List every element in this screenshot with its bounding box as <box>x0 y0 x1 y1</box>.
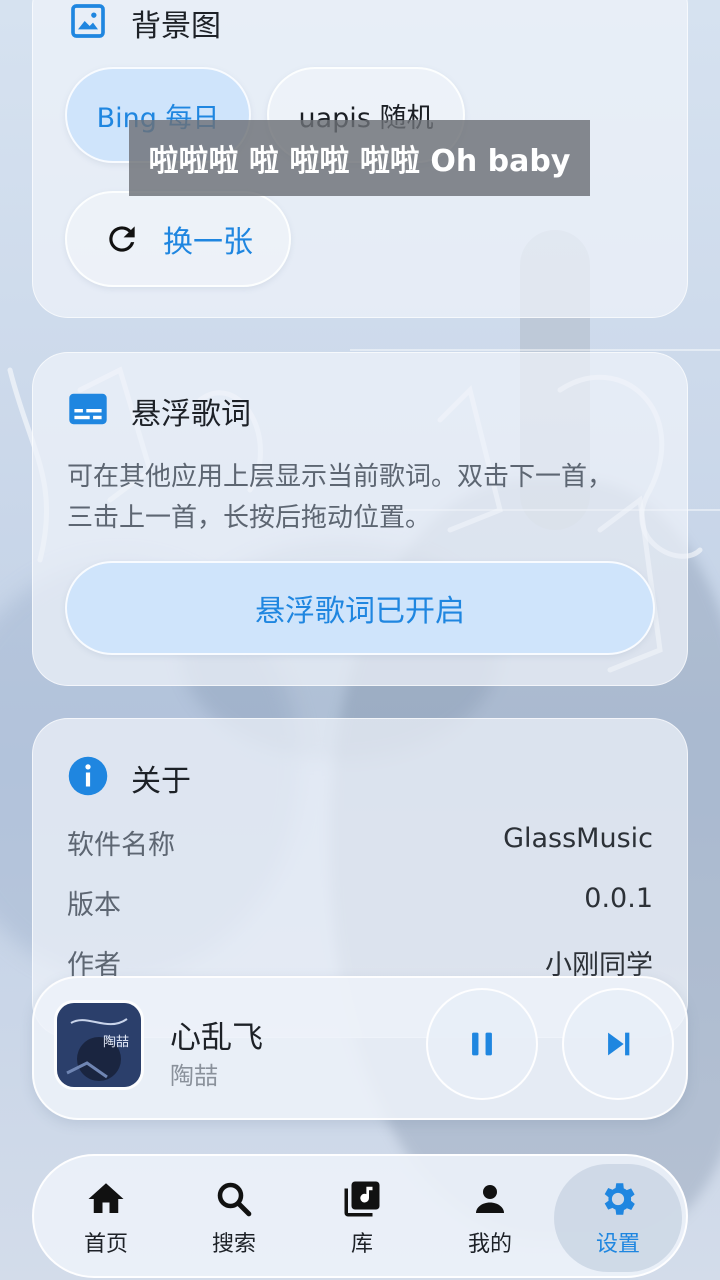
song-title: 心乱飞 <box>170 1020 263 1056</box>
album-cover-text: 陶喆 <box>103 1035 130 1050</box>
info-row-version: 版本 0.0.1 <box>67 883 653 921</box>
floating-lyrics-card: 悬浮歌词 可在其他应用上层显示当前歌词。双击下一首，三击上一首，长按后拖动位置。… <box>32 352 688 686</box>
floating-lyric-overlay[interactable]: 啦啦啦 啦 啦啦 啦啦 Oh baby <box>129 120 590 196</box>
nav-item-settings[interactable]: 设置 <box>554 1164 682 1272</box>
search-icon <box>213 1178 255 1220</box>
image-icon <box>67 1 109 45</box>
song-artist: 陶喆 <box>170 1062 218 1090</box>
refresh-background-button[interactable]: 换一张 <box>65 191 291 287</box>
bottom-navigation: 首页 搜索 库 我的 设置 <box>32 1154 688 1278</box>
library-music-icon <box>341 1178 383 1220</box>
pause-button[interactable] <box>426 988 538 1100</box>
mini-player[interactable]: 陶喆 心乱飞 陶喆 <box>32 976 688 1120</box>
pause-icon <box>465 1027 499 1061</box>
subtitles-icon <box>67 392 109 430</box>
nav-item-home[interactable]: 首页 <box>42 1164 170 1272</box>
info-row-software-name: 软件名称 GlassMusic <box>67 823 653 861</box>
nav-item-library[interactable]: 库 <box>298 1164 426 1272</box>
home-icon <box>85 1178 127 1220</box>
background-card-title: 背景图 <box>131 9 221 44</box>
settings-icon <box>597 1178 639 1220</box>
album-cover: 陶喆 <box>54 1000 144 1090</box>
about-title: 关于 <box>131 764 191 799</box>
nav-item-profile[interactable]: 我的 <box>426 1164 554 1272</box>
skip-next-icon <box>601 1027 635 1061</box>
floating-lyrics-title: 悬浮歌词 <box>131 397 251 432</box>
next-track-button[interactable] <box>562 988 674 1100</box>
person-icon <box>469 1178 511 1220</box>
refresh-icon <box>103 220 141 258</box>
floating-lyrics-description: 可在其他应用上层显示当前歌词。双击下一首，三击上一首，长按后拖动位置。 <box>67 462 614 533</box>
info-icon <box>67 755 109 801</box>
nav-item-search[interactable]: 搜索 <box>170 1164 298 1272</box>
floating-lyrics-toggle-button[interactable]: 悬浮歌词已开启 <box>65 561 655 655</box>
